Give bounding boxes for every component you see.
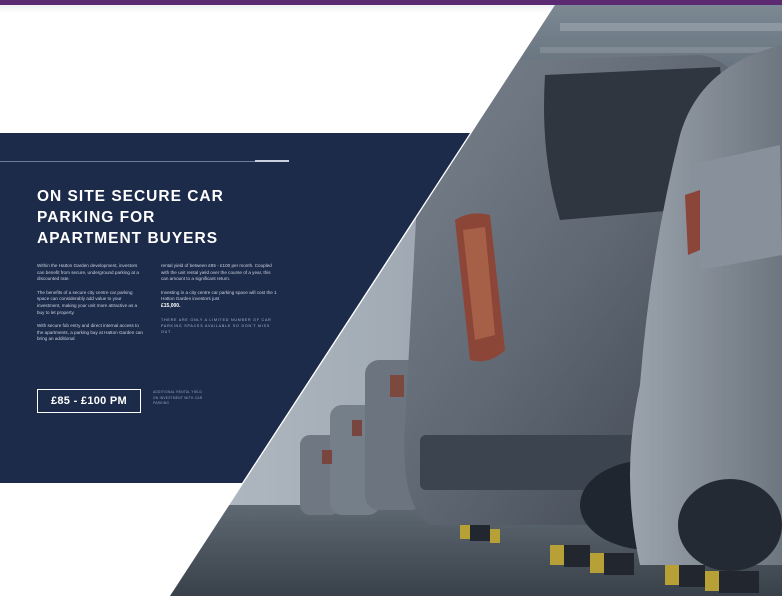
heading-line-3: APARTMENT BUYERS [37,230,219,247]
left-paragraph-2: The benefits of a secure city centre car… [37,289,138,315]
divider-line [0,161,255,162]
price-highlight: £15,000. [161,302,181,309]
right-column: rental yield of between £85 - £100 per m… [161,263,279,342]
left-paragraph-3: With secure fob entry and direct interna… [37,323,143,342]
price-note: ADDITIONAL RENTAL YIELD ON INVESTMENT WI… [153,390,203,405]
price-badge: £85 - £100 PM [37,389,141,413]
heading-line-1: ON SITE SECURE CAR [37,188,224,205]
left-paragraph-1: Within the Hatton Garden development, in… [37,263,139,282]
right-paragraph-1: rental yield of between £85 - £100 per m… [161,263,272,282]
left-column: Within the Hatton Garden development, in… [37,263,145,350]
page-heading: ON SITE SECURE CAR PARKING FOR APARTMENT… [37,186,267,249]
right-paragraph-2-text: Investing in a city centre car parking s… [161,289,277,302]
divider-accent [255,160,289,162]
availability-notice: THERE ARE ONLY A LIMITED NUMBER OF CAR P… [161,317,272,334]
heading-line-2: PARKING FOR [37,209,156,226]
right-paragraph-2: Investing in a city centre car parking s… [161,290,279,310]
